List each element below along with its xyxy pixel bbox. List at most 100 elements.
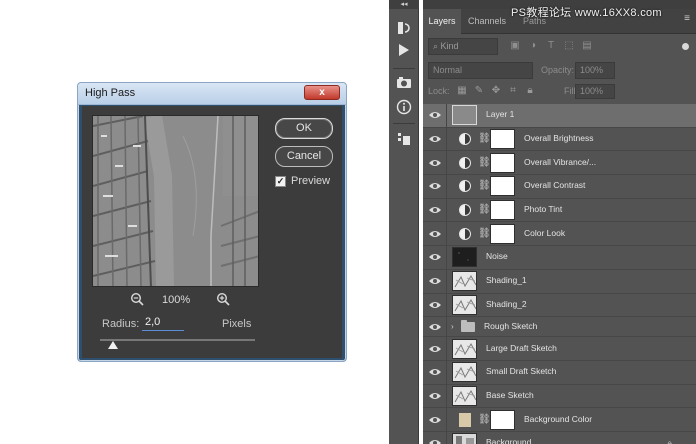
visibility-divider [446, 293, 447, 317]
layer-row[interactable]: ⛓ Photo Tint [423, 198, 696, 223]
layer-mask-thumbnail[interactable] [490, 152, 515, 173]
layer-mask-thumbnail[interactable] [490, 409, 515, 430]
filter-toggle[interactable] [682, 43, 689, 50]
layer-thumbnail[interactable] [452, 271, 477, 292]
visibility-eye-icon[interactable] [428, 437, 442, 444]
layer-thumbnail[interactable] [452, 433, 477, 444]
opacity-input[interactable]: 100% [575, 62, 615, 79]
chevron-right-icon[interactable]: › [451, 322, 454, 331]
lock-all-icon[interactable]: 🔒︎ [524, 85, 536, 97]
dialog-titlebar[interactable]: High Pass x [78, 83, 346, 105]
layer-thumbnail[interactable] [452, 385, 477, 406]
preview-image [93, 116, 258, 286]
layer-row[interactable]: Shading_1 [423, 269, 696, 294]
radius-slider-thumb[interactable] [108, 341, 118, 349]
visibility-eye-icon[interactable] [428, 180, 442, 192]
layer-mask-thumbnail[interactable] [490, 223, 515, 244]
cancel-button[interactable]: Cancel [275, 146, 333, 167]
layer-thumbnail[interactable] [452, 105, 477, 126]
layer-row[interactable]: ⛓ Color Look [423, 222, 696, 247]
visibility-eye-icon[interactable] [428, 390, 442, 402]
preview-checkbox[interactable]: ✓ [275, 175, 286, 187]
layer-name: Base Sketch [486, 389, 534, 400]
fill-input[interactable]: 100% [575, 84, 615, 99]
visibility-eye-icon[interactable] [428, 299, 442, 311]
filter-kind-select[interactable]: ⌕ Kind [428, 38, 498, 55]
link-icon[interactable]: ⛓ [478, 203, 491, 217]
radius-unit: Pixels [222, 318, 252, 330]
layer-thumbnail[interactable] [452, 362, 477, 383]
smart-object-filter-icon[interactable]: ▤ [580, 39, 594, 53]
layer-thumbnail[interactable] [452, 338, 477, 359]
link-icon[interactable]: ⛓ [478, 156, 491, 170]
visibility-eye-icon[interactable] [428, 251, 442, 263]
radius-input[interactable]: 2,0 [142, 314, 184, 331]
ok-button[interactable]: OK [275, 118, 333, 139]
layer-row[interactable]: Base Sketch [423, 384, 696, 409]
collapse-dock-button[interactable]: ◂◂ [389, 0, 419, 9]
layer-thumbnail[interactable] [452, 294, 477, 315]
fill-color-swatch[interactable] [459, 412, 471, 427]
visibility-eye-icon[interactable] [428, 228, 442, 240]
layer-row[interactable]: Shading_2 [423, 293, 696, 318]
visibility-eye-icon[interactable] [428, 275, 442, 287]
layer-row[interactable]: ⛓ Overall Contrast [423, 175, 696, 199]
link-icon[interactable]: ⛓ [478, 413, 491, 427]
visibility-eye-icon[interactable] [428, 204, 442, 216]
dialog-title: High Pass [85, 87, 136, 99]
close-icon: x [319, 87, 325, 98]
visibility-eye-icon[interactable] [428, 321, 442, 333]
layer-comps-icon[interactable] [394, 131, 414, 151]
info-icon[interactable] [394, 99, 414, 119]
visibility-eye-icon[interactable] [428, 157, 442, 169]
play-icon[interactable] [394, 43, 414, 63]
zoom-out-icon[interactable] [130, 292, 144, 306]
lock-artboard-icon[interactable]: ⌗ [507, 85, 519, 97]
panel-menu-icon[interactable]: ≡ [684, 13, 690, 24]
layer-mask-thumbnail[interactable] [490, 129, 515, 150]
tab-layers[interactable]: Layers [423, 9, 461, 34]
close-button[interactable]: x [304, 85, 340, 100]
layer-row[interactable]: Large Draft Sketch [423, 337, 696, 361]
visibility-eye-icon[interactable] [428, 109, 442, 121]
layer-row[interactable]: ⛓ Overall Brightness [423, 127, 696, 152]
link-icon[interactable]: ⛓ [478, 132, 491, 146]
link-icon[interactable]: ⛓ [478, 227, 491, 241]
visibility-eye-icon[interactable] [428, 343, 442, 355]
tab-channels[interactable]: Channels [468, 9, 506, 34]
layer-row[interactable]: ⛓ Overall Vibrance/... [423, 151, 696, 176]
layer-row[interactable]: Small Draft Sketch [423, 360, 696, 385]
shape-filter-icon[interactable]: ⬚ [562, 39, 576, 53]
lock-position-icon[interactable]: ✥ [490, 85, 502, 97]
blend-options: Normal Opacity: 100% [428, 62, 691, 79]
color-icon[interactable] [394, 75, 414, 95]
dock-divider [393, 68, 415, 69]
layer-row[interactable]: Noise [423, 246, 696, 270]
lock-transparency-icon[interactable]: ▦ [456, 85, 468, 97]
layer-mask-thumbnail[interactable] [490, 200, 515, 221]
history-icon[interactable] [394, 20, 414, 40]
zoom-in-icon[interactable] [216, 292, 230, 306]
lock-options: Lock: ▦ ✎ ✥ ⌗ 🔒︎ Fill: 100% [428, 84, 691, 100]
layer-filter-bar: ⌕ Kind ▣ ◑ T ⬚ ▤ [428, 38, 691, 56]
visibility-eye-icon[interactable] [428, 366, 442, 378]
layer-thumbnail[interactable] [452, 247, 477, 268]
type-filter-icon[interactable]: T [544, 39, 558, 53]
pixel-filter-icon[interactable]: ▣ [508, 39, 522, 53]
visibility-eye-icon[interactable] [428, 133, 442, 145]
adjustment-layer-icon [459, 180, 471, 193]
blend-mode-select[interactable]: Normal [428, 62, 533, 79]
layer-row[interactable]: › Rough Sketch [423, 317, 696, 338]
filter-preview[interactable] [92, 115, 259, 287]
lock-image-icon[interactable]: ✎ [473, 85, 485, 97]
link-icon[interactable]: ⛓ [478, 179, 491, 193]
layer-row[interactable]: ⛓ Background Color [423, 408, 696, 432]
adjustment-filter-icon[interactable]: ◑ [526, 39, 540, 53]
layer-row[interactable]: Layer 1 [423, 104, 696, 128]
layer-row[interactable]: Background 🔒︎ [423, 431, 696, 444]
radius-slider-track[interactable] [100, 339, 255, 341]
preview-option[interactable]: ✓ Preview [275, 174, 330, 188]
visibility-divider [446, 175, 447, 198]
visibility-eye-icon[interactable] [428, 414, 442, 426]
layer-mask-thumbnail[interactable] [490, 176, 515, 197]
